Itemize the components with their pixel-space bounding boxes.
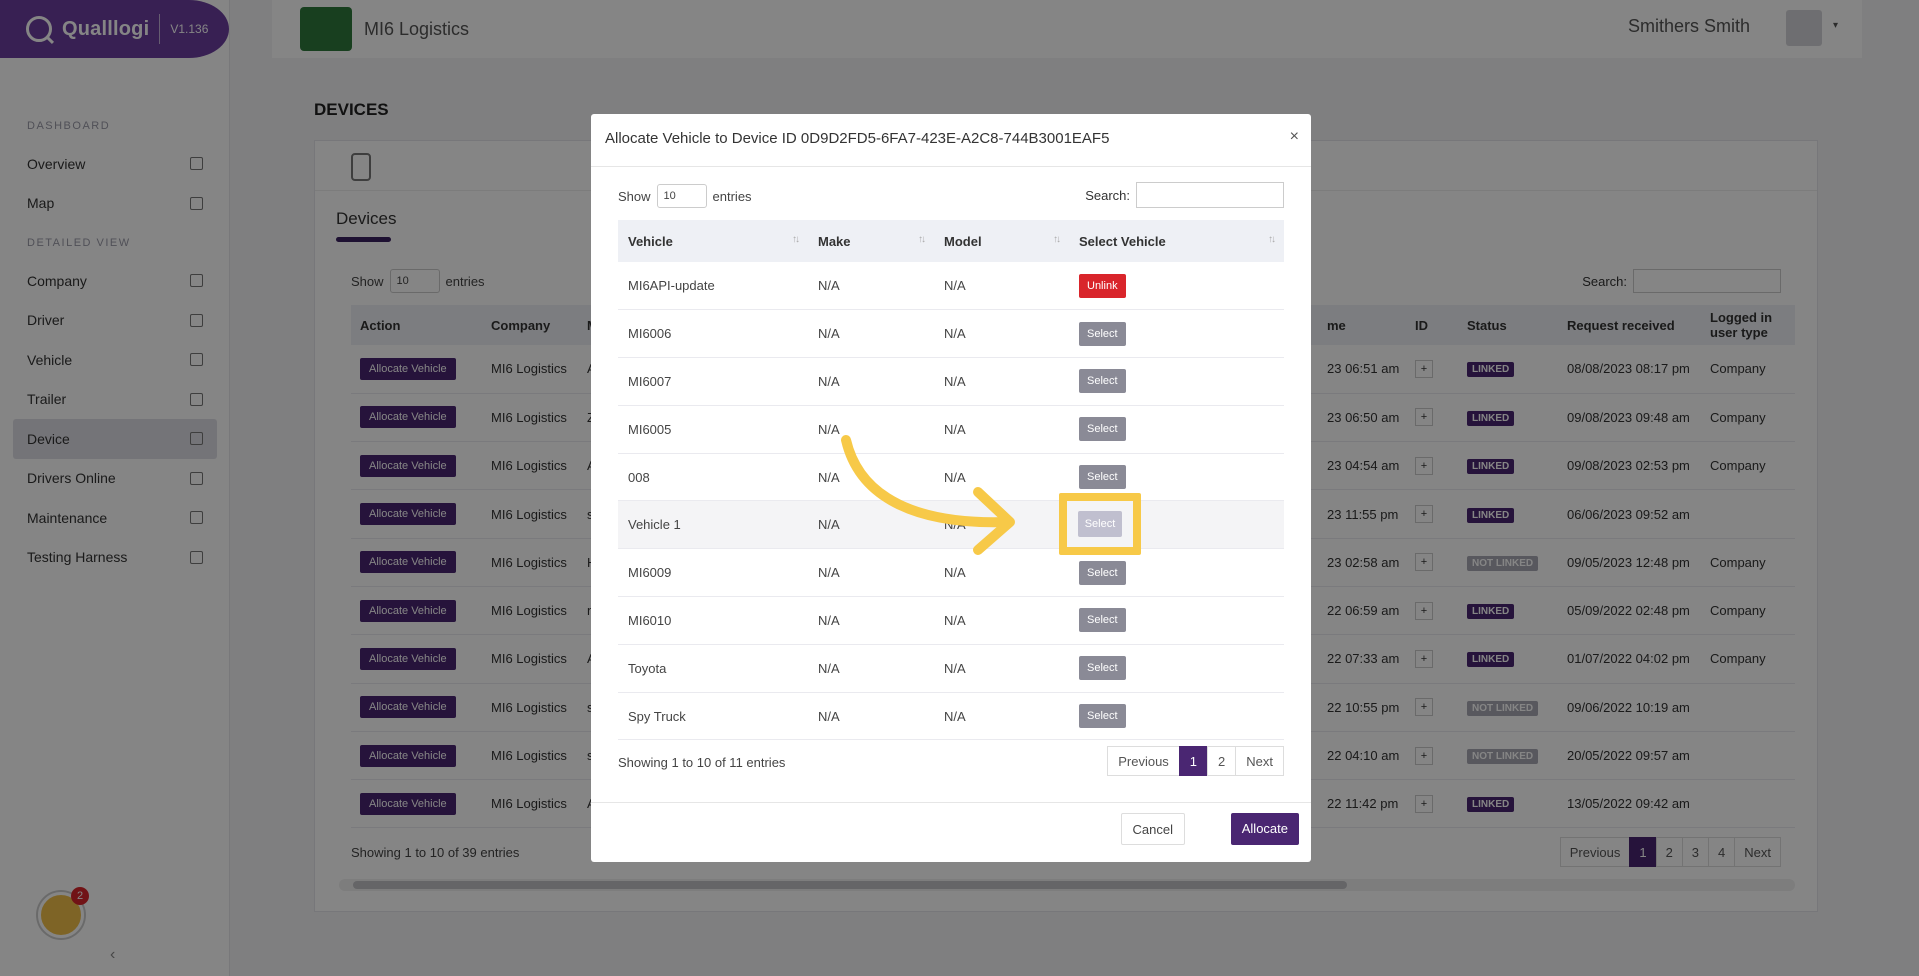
make-cell: N/A (808, 692, 934, 741)
select-cell: Unlink (1069, 262, 1284, 311)
column-header-label: Model (944, 233, 982, 249)
select-button[interactable]: Select (1079, 465, 1126, 490)
allocate-button[interactable]: Allocate (1230, 813, 1299, 845)
make-cell: N/A (808, 644, 934, 693)
vehicle-cell: MI6API-update (618, 262, 808, 311)
column-header[interactable]: Select Vehicle ↑↓ (1069, 220, 1284, 262)
make-cell: N/A (808, 262, 934, 311)
page-button[interactable]: 1 (1178, 746, 1209, 776)
make-cell: N/A (808, 309, 934, 359)
pointer-arrow-icon (841, 435, 1015, 555)
table-row: MI6007 N/A N/A Select (618, 357, 1284, 406)
model-cell: N/A (934, 262, 1069, 311)
vehicle-table-info: Showing 1 to 10 of 11 entries (618, 755, 786, 770)
select-cell: Select (1069, 357, 1284, 406)
vehicle-cell: MI6009 (618, 548, 808, 598)
table-row: Toyota N/A N/A Select (618, 644, 1284, 693)
select-button[interactable]: Select (1079, 560, 1126, 585)
model-cell: N/A (934, 357, 1069, 406)
modal-footer: Cancel Allocate (591, 802, 1311, 862)
model-cell: N/A (934, 309, 1069, 359)
column-header-label: Vehicle (628, 233, 673, 249)
unlink-button[interactable]: Unlink (1079, 273, 1126, 298)
sort-icon: ↑↓ (1053, 234, 1061, 245)
model-cell: N/A (934, 596, 1069, 645)
modal-show-label: Show (618, 188, 651, 204)
modal-page-length-control: Show 10 entries (618, 184, 752, 208)
sort-icon: ↑↓ (1268, 234, 1276, 245)
modal-entries-label: entries (712, 188, 752, 204)
select-cell: Select (1069, 596, 1284, 645)
select-button[interactable]: Select (1079, 608, 1126, 633)
select-cell: Select (1069, 405, 1284, 454)
sort-icon: ↑↓ (918, 234, 926, 245)
select-cell: Select (1069, 644, 1284, 693)
modal-search-input[interactable] (1136, 182, 1284, 208)
vehicle-cell: Toyota (618, 644, 808, 693)
page-button[interactable]: Next (1235, 746, 1284, 776)
column-header[interactable]: Make ↑↓ (808, 220, 934, 262)
table-row: Spy Truck N/A N/A Select (618, 692, 1284, 741)
page-button[interactable]: 2 (1207, 746, 1237, 776)
select-button[interactable]: Select (1079, 417, 1126, 442)
page-button[interactable]: Previous (1107, 746, 1180, 776)
select-button[interactable]: Select (1079, 704, 1126, 729)
table-row: MI6010 N/A N/A Select (618, 596, 1284, 645)
select-button[interactable]: Select (1079, 656, 1126, 681)
modal-header: Allocate Vehicle to Device ID 0D9D2FD5-6… (591, 114, 1311, 167)
modal-title: Allocate Vehicle to Device ID 0D9D2FD5-6… (605, 130, 1110, 147)
vehicle-cell: MI6005 (618, 405, 808, 454)
close-icon[interactable]: × (1290, 128, 1299, 146)
select-button[interactable]: Select (1079, 369, 1126, 394)
table-row: MI6API-update N/A N/A Unlink (618, 262, 1284, 311)
model-cell: N/A (934, 692, 1069, 741)
select-button[interactable]: Select (1079, 321, 1126, 346)
column-header[interactable]: Model ↑↓ (934, 220, 1069, 262)
select-cell: Select (1069, 692, 1284, 741)
make-cell: N/A (808, 596, 934, 645)
modal-page-length-select[interactable]: 10 (656, 184, 707, 208)
vehicle-cell: Vehicle 1 (618, 500, 808, 550)
select-cell: Select (1069, 548, 1284, 598)
make-cell: N/A (808, 357, 934, 406)
vehicle-cell: 008 (618, 453, 808, 502)
vehicle-cell: MI6010 (618, 596, 808, 645)
column-header-label: Select Vehicle (1079, 233, 1166, 249)
model-cell: N/A (934, 644, 1069, 693)
modal-search: Search: (1085, 182, 1284, 208)
vehicle-cell: MI6007 (618, 357, 808, 406)
column-header-label: Make (818, 233, 851, 249)
modal-search-label: Search: (1085, 187, 1130, 203)
highlighted-select-button[interactable]: Select (1078, 511, 1122, 537)
table-row: MI6006 N/A N/A Select (618, 309, 1284, 359)
vehicle-cell: Spy Truck (618, 692, 808, 741)
select-cell: Select (1069, 309, 1284, 359)
vehicle-cell: MI6006 (618, 309, 808, 359)
column-header[interactable]: Vehicle ↑↓ (618, 220, 808, 262)
sort-icon: ↑↓ (792, 234, 800, 245)
cancel-button[interactable]: Cancel (1120, 813, 1185, 845)
vehicle-pagination: Previous 1 2 Next (1107, 746, 1284, 776)
